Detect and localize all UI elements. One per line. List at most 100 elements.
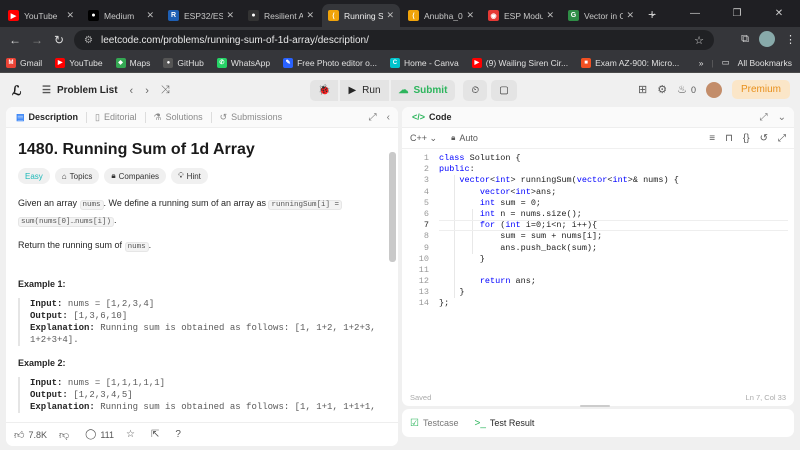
bookmark-item[interactable]: ✎ Free Photo editor o...	[283, 57, 377, 68]
bookmark-item[interactable]: C Home - Canva	[389, 57, 459, 68]
browser-tab[interactable]: ◉ ESP Modu ✕	[482, 4, 560, 27]
language-select[interactable]: C++ ⌄	[410, 133, 437, 144]
difficulty-badge[interactable]: Easy	[18, 168, 50, 184]
auto-toggle[interactable]: Auto	[459, 133, 478, 143]
code-line[interactable]: 4 vector < int >ans;	[402, 187, 794, 198]
bookmark-item[interactable]: ◆ Maps	[115, 57, 150, 68]
browser-tab[interactable]: ⟨ Anubha_0 ✕	[402, 4, 480, 27]
companies-chip[interactable]: 🔒︎ Companies	[104, 168, 167, 184]
tab-submissions[interactable]: ↺ Submissions	[216, 112, 287, 123]
run-button[interactable]: ▶ Run	[340, 80, 389, 101]
dislike-button[interactable]: 👎︎	[59, 429, 73, 441]
maximize-icon[interactable]: ⤢	[369, 112, 377, 123]
browser-tab[interactable]: R ESP32/ESP✕	[162, 4, 240, 27]
code-line[interactable]: 1 class Solution {	[402, 153, 794, 164]
code-line[interactable]: 10 }	[402, 254, 794, 265]
panel-resize-handle[interactable]	[580, 405, 610, 407]
tab-solutions[interactable]: ⚗ Solutions	[150, 112, 207, 123]
close-tab-icon[interactable]: ✕	[146, 10, 154, 21]
bookmark-item[interactable]: ▶ (9) Wailing Siren Cir...	[471, 57, 568, 68]
code-line[interactable]: 13 }	[402, 287, 794, 298]
reset-icon[interactable]: ↺	[760, 133, 768, 144]
comments-button[interactable]: ◯ 111	[85, 429, 114, 440]
code-line[interactable]: 3 vector < int > runningSum(vector < int >& nu…	[402, 175, 794, 186]
browser-tab[interactable]: G Vector in C ✕	[562, 4, 640, 27]
url-bar[interactable]: ⚙ leetcode.com/problems/running-sum-of-1…	[74, 30, 714, 50]
all-bookmarks-link[interactable]: All Bookmarks	[738, 58, 792, 68]
code-line[interactable]: 2 public:	[402, 164, 794, 175]
bookmark-item[interactable]: ● GitHub	[163, 57, 204, 68]
next-problem-icon[interactable]: ›	[145, 85, 149, 97]
favorite-button[interactable]: ☆	[126, 429, 139, 440]
tab-description[interactable]: ▤ Description	[12, 112, 82, 123]
bookmark-icon[interactable]: ⊓	[725, 133, 733, 144]
hint-chip[interactable]: 💡︎ Hint	[171, 168, 208, 184]
code-line[interactable]: 9 ans.push_back(sum);	[402, 243, 794, 254]
notes-button[interactable]: ▢	[491, 80, 517, 101]
browser-tab[interactable]: ● Medium ✕	[82, 4, 160, 27]
code-line[interactable]: 6 int n = nums.size();	[402, 209, 794, 220]
description-scrollbar[interactable]	[389, 152, 396, 262]
code-line[interactable]: 14};	[402, 298, 794, 309]
site-info-icon[interactable]: ⚙	[84, 35, 93, 46]
more-bookmarks-icon[interactable]: »	[699, 58, 704, 68]
close-window-button[interactable]: ✕	[758, 0, 800, 27]
back-icon[interactable]: ←	[4, 33, 26, 47]
topics-chip[interactable]: ⌂ Topics	[54, 168, 100, 184]
maximize-icon[interactable]: ⤢	[760, 112, 768, 123]
code-line[interactable]: 7 for (int i=0;i<n; i++){	[402, 220, 794, 232]
menu-icon[interactable]: ⋮	[785, 33, 796, 46]
help-button[interactable]: ?	[175, 429, 185, 440]
close-tab-icon[interactable]: ✕	[386, 10, 394, 21]
bookmark-star-icon[interactable]: ☆	[694, 34, 704, 47]
code-line[interactable]: 11	[402, 265, 794, 276]
extensions-icon[interactable]: ⧉	[741, 33, 749, 46]
bookmark-item[interactable]: ✆ WhatsApp	[216, 57, 270, 68]
code-line[interactable]: 12 return ans;	[402, 276, 794, 287]
tab-test-result[interactable]: >_ Test Result	[475, 418, 535, 429]
tab-testcase[interactable]: ☑ Testcase	[410, 418, 459, 429]
browser-tab[interactable]: ● Resilient A ✕	[242, 4, 320, 27]
close-tab-icon[interactable]: ✕	[306, 10, 314, 21]
bookmark-item[interactable]: ▶ YouTube	[55, 57, 103, 68]
braces-icon[interactable]: {}	[743, 133, 750, 144]
like-button[interactable]: 👍︎ 7.8K	[14, 429, 47, 441]
forward-icon[interactable]: →	[26, 33, 48, 47]
profile-avatar[interactable]	[759, 31, 775, 47]
close-tab-icon[interactable]: ✕	[226, 10, 234, 21]
submit-button[interactable]: ☁ Submit	[390, 80, 456, 101]
bookmark-item[interactable]: M Gmail	[6, 57, 42, 68]
collapse-icon[interactable]: ‹	[387, 112, 390, 123]
layout-icon[interactable]: ⊞	[638, 83, 647, 96]
collapse-icon[interactable]: ⌄	[778, 112, 786, 123]
problem-list-button[interactable]: ☰ Problem List	[42, 85, 118, 96]
premium-button[interactable]: Premium	[731, 80, 790, 99]
url-text[interactable]: leetcode.com/problems/running-sum-of-1d-…	[101, 35, 369, 46]
browser-tab[interactable]: ⟨ Running S ✕	[322, 4, 400, 27]
browser-tab[interactable]: ▶ YouTube ✕	[2, 4, 80, 27]
settings-icon[interactable]: ⚙	[657, 83, 667, 96]
tab-editorial[interactable]: ▯ Editorial	[91, 112, 140, 123]
bookmark-item[interactable]: ■ Exam AZ-900: Micro...	[581, 57, 679, 68]
user-avatar[interactable]	[705, 81, 722, 98]
reload-icon[interactable]: ↻	[48, 33, 70, 47]
streak-icon[interactable]: ♨	[677, 83, 687, 96]
minimize-button[interactable]: —	[674, 0, 716, 27]
share-button[interactable]: ⇱	[151, 429, 163, 440]
fullscreen-icon[interactable]: ⤢	[778, 133, 786, 144]
code-line[interactable]: 8 sum = sum + nums[i];	[402, 231, 794, 242]
tab-code[interactable]: </> Code	[408, 112, 456, 122]
code-editor[interactable]: 1 class Solution {2 public:3 vector < int > r…	[402, 149, 794, 404]
leetcode-logo[interactable]: ℒ	[12, 83, 26, 98]
format-icon[interactable]: ≡	[709, 133, 715, 144]
code-line[interactable]: 5 int sum = 0;	[402, 198, 794, 209]
shuffle-icon[interactable]: ⤨	[161, 84, 170, 97]
tab-search-icon[interactable]: ⌄	[632, 0, 674, 27]
close-tab-icon[interactable]: ✕	[66, 10, 74, 21]
close-tab-icon[interactable]: ✕	[546, 10, 554, 21]
prev-problem-icon[interactable]: ‹	[130, 85, 134, 97]
restore-button[interactable]: ❐	[716, 0, 758, 27]
timer-button[interactable]: ⏲	[463, 80, 488, 101]
debug-button[interactable]: 🐞	[310, 80, 339, 101]
close-tab-icon[interactable]: ✕	[466, 10, 474, 21]
